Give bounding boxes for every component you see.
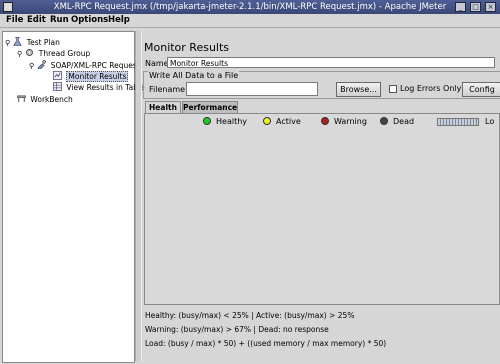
window-menu-icon[interactable] xyxy=(3,2,13,12)
legend-healthy: Healthy xyxy=(203,117,247,127)
log-errors-label: Log Errors Only xyxy=(400,84,462,93)
tab-performance[interactable]: Performance xyxy=(182,101,238,113)
health-panel: Healthy Active Warning Dead Lo xyxy=(144,113,500,305)
expand-handle-icon[interactable]: ⚲ xyxy=(5,38,11,49)
pipette-icon xyxy=(37,60,47,69)
chart-icon xyxy=(53,71,62,80)
tab-health[interactable]: Health xyxy=(145,101,181,113)
legend-warning: Warning xyxy=(321,117,367,127)
healthy-status-icon xyxy=(203,117,211,125)
browse-button[interactable]: Browse... xyxy=(336,82,381,97)
tree-label: Thread Group xyxy=(38,49,91,58)
legend-text-line1: Healthy: (busy/max) < 25% | Active: (bus… xyxy=(145,311,355,320)
tree-node-monitor-results[interactable]: Monitor Results xyxy=(53,71,129,82)
log-errors-checkbox[interactable] xyxy=(389,85,397,93)
write-data-group: Write All Data to a File Filename Browse… xyxy=(143,71,500,99)
config-button[interactable]: Config xyxy=(462,82,500,97)
flask-icon xyxy=(14,37,22,46)
close-button[interactable]: × xyxy=(485,2,496,12)
tree-label: View Results in Table xyxy=(66,83,145,92)
menu-help[interactable]: Help xyxy=(108,14,130,27)
menu-options[interactable]: Options xyxy=(71,14,108,27)
expand-handle-icon[interactable]: ⚲ xyxy=(17,49,23,60)
active-status-icon xyxy=(263,117,271,125)
legend-text-line3: Load: (busy / max) * 50) + ((used memory… xyxy=(145,339,387,348)
menu-run[interactable]: Run xyxy=(50,14,69,27)
write-data-group-title: Write All Data to a File xyxy=(148,71,240,80)
legend-label: Healthy xyxy=(216,117,248,126)
filename-field[interactable] xyxy=(186,82,318,96)
tree-label: Test Plan xyxy=(26,38,60,47)
tree-node-view-results-table[interactable]: View Results in Table xyxy=(53,82,145,93)
name-field[interactable]: Monitor Results xyxy=(167,57,495,68)
window-titlebar: XML-RPC Request.jmx (/tmp/jakarta-jmeter… xyxy=(0,0,500,14)
tree-node-workbench[interactable]: WorkBench xyxy=(17,94,73,105)
legend-active: Active xyxy=(263,117,301,127)
tree-node-thread-group[interactable]: ⚲ Thread Group xyxy=(17,48,90,59)
legend-dead: Dead xyxy=(380,117,414,127)
monitor-results-panel: Monitor Results Name: Monitor Results Wr… xyxy=(141,31,500,361)
tree-node-test-plan[interactable]: ⚲ Test Plan xyxy=(5,37,60,48)
tree-label: Monitor Results xyxy=(66,71,129,82)
table-icon xyxy=(53,82,62,91)
slider-label: Lo xyxy=(485,117,495,126)
expand-handle-icon[interactable]: ⚲ xyxy=(29,61,35,72)
window-title: XML-RPC Request.jmx (/tmp/jakarta-jmeter… xyxy=(53,2,447,12)
legend-label: Dead xyxy=(393,117,415,126)
tree-label: SOAP/XML-RPC Request xyxy=(50,61,140,70)
gear-icon xyxy=(26,49,34,56)
tree-node-soap-request[interactable]: ⚲ SOAP/XML-RPC Request xyxy=(29,60,140,71)
dead-status-icon xyxy=(380,117,388,125)
legend-label: Warning xyxy=(334,117,367,126)
warning-status-icon xyxy=(321,117,329,125)
menu-edit[interactable]: Edit xyxy=(27,14,46,27)
legend-label: Active xyxy=(276,117,301,126)
menu-bar: File Edit Run Options Help xyxy=(0,14,500,28)
minimize-button[interactable]: _ xyxy=(455,2,466,12)
menu-file[interactable]: File xyxy=(6,14,23,27)
maximize-button[interactable]: □ xyxy=(470,2,481,12)
panel-title: Monitor Results xyxy=(144,41,230,54)
legend-text-line2: Warning: (busy/max) > 67% | Dead: no res… xyxy=(145,325,329,334)
test-plan-tree[interactable]: ⚲ Test Plan ⚲ Thread Group ⚲ SOAP/XML-RP… xyxy=(2,31,145,363)
tree-label: WorkBench xyxy=(30,95,73,104)
filename-label: Filename xyxy=(149,85,186,94)
workbench-icon xyxy=(17,95,26,103)
load-slider[interactable] xyxy=(437,118,479,126)
